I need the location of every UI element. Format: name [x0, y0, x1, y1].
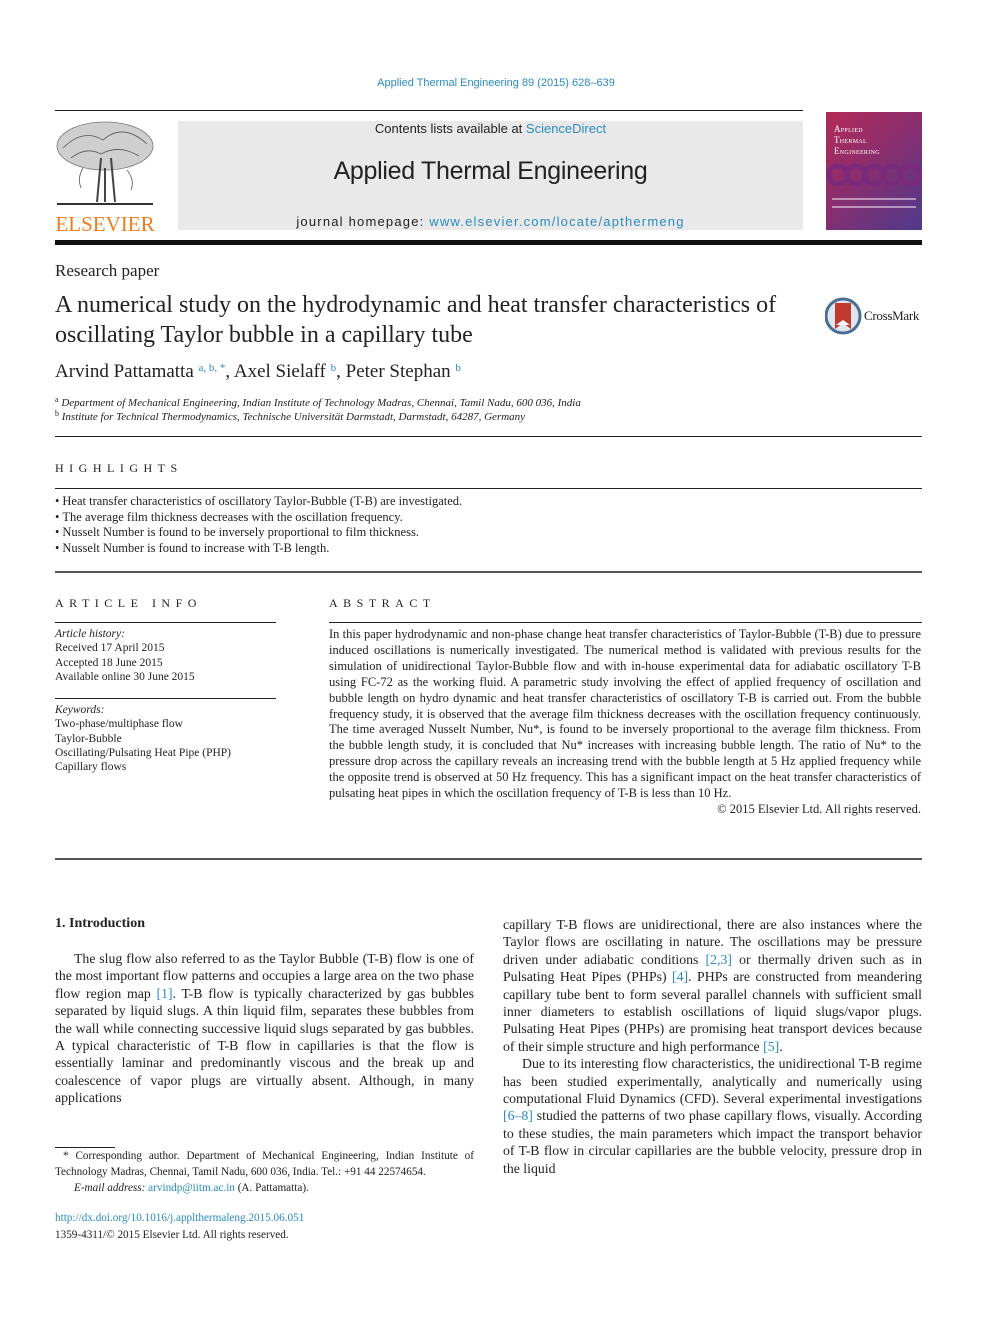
- reference-link[interactable]: [2,3]: [706, 952, 732, 967]
- contents-availability: Contents lists available at ScienceDirec…: [178, 121, 803, 136]
- divider: [329, 622, 922, 623]
- reference-link[interactable]: [5]: [763, 1039, 779, 1054]
- divider: [55, 622, 276, 623]
- homepage-prefix: journal homepage:: [296, 214, 430, 229]
- abstract-copyright: © 2015 Elsevier Ltd. All rights reserved…: [717, 801, 921, 816]
- masthead-bottom-rule: [55, 240, 922, 245]
- cover-text-line: [832, 206, 916, 208]
- paragraph: capillary T-B flows are unidirectional, …: [503, 917, 923, 1054]
- article-type: Research paper: [55, 261, 160, 280]
- keyword: Capillary flows: [55, 761, 127, 774]
- article-history: Article history: Received 17 April 2015 …: [55, 627, 195, 684]
- divider: [55, 436, 922, 437]
- reference-link[interactable]: [6–8]: [503, 1108, 533, 1123]
- highlight-item: Nusselt Number is found to increase with…: [55, 541, 915, 557]
- doi-block: http://dx.doi.org/10.1016/j.applthermale…: [55, 1210, 304, 1243]
- author-name[interactable]: Peter Stephan: [346, 361, 451, 382]
- elsevier-wordmark: ELSEVIER: [55, 212, 155, 236]
- highlights-list: Heat transfer characteristics of oscilla…: [55, 494, 915, 556]
- affiliation: a Department of Mechanical Engineering, …: [55, 395, 581, 409]
- affiliation: b Institute for Technical Thermodynamics…: [55, 409, 526, 423]
- highlight-item: Heat transfer characteristics of oscilla…: [55, 494, 915, 510]
- header-rule: [55, 110, 803, 111]
- crossmark-label[interactable]: CrossMark: [864, 308, 919, 324]
- divider: [55, 698, 276, 699]
- issn-copyright: 1359-4311/© 2015 Elsevier Ltd. All right…: [55, 1228, 289, 1241]
- author-affiliation-marks[interactable]: b: [455, 362, 461, 374]
- abstract-heading: ABSTRACT: [329, 596, 436, 610]
- divider: [55, 571, 922, 573]
- keywords: Keywords: Two-phase/multiphase flow Tayl…: [55, 703, 231, 774]
- keyword: Taylor-Bubble: [55, 732, 122, 745]
- article-title: A numerical study on the hydrodynamic an…: [55, 292, 777, 348]
- highlights-heading: HIGHLIGHTS: [55, 461, 183, 475]
- footnote: * Corresponding author. Department of Me…: [55, 1148, 474, 1197]
- highlight-item: Nusselt Number is found to be inversely …: [55, 525, 915, 541]
- history-item: Available online 30 June 2015: [55, 670, 195, 683]
- homepage-link[interactable]: www.elsevier.com/locate/apthermeng: [429, 214, 684, 229]
- email-link[interactable]: arvindp@iitm.ac.in: [148, 1182, 235, 1194]
- journal-citation-link[interactable]: Applied Thermal Engineering 89 (2015) 62…: [0, 77, 992, 89]
- journal-homepage: journal homepage: www.elsevier.com/locat…: [178, 214, 803, 229]
- highlight-item: The average film thickness decreases wit…: [55, 510, 915, 526]
- section-heading-introduction: 1. Introduction: [55, 916, 145, 931]
- history-item: Received 17 April 2015: [55, 642, 165, 655]
- divider: [55, 858, 922, 860]
- history-label: Article history:: [55, 628, 125, 640]
- cover-text-line: [832, 198, 916, 200]
- crossmark-icon: [824, 297, 862, 335]
- abstract-body: In this paper hydrodynamic and non-phase…: [329, 627, 921, 801]
- reference-link[interactable]: [1]: [157, 986, 173, 1001]
- contents-prefix: Contents lists available at: [374, 121, 526, 136]
- author-name[interactable]: Arvind Pattamatta: [55, 361, 194, 382]
- doi-link[interactable]: http://dx.doi.org/10.1016/j.applthermale…: [55, 1212, 304, 1224]
- author-list: Arvind Pattamatta a, b, *, Axel Sielaff …: [55, 361, 461, 382]
- divider: [55, 488, 922, 489]
- author-name[interactable]: Axel Sielaff: [234, 361, 326, 382]
- article-info-heading: ARTICLE INFO: [55, 596, 202, 610]
- reference-link[interactable]: [4]: [672, 969, 688, 984]
- cover-title: Applied Thermal Engineering: [834, 124, 880, 156]
- email-line: E-mail address: arvindp@iitm.ac.in (A. P…: [74, 1182, 309, 1195]
- author-affiliation-marks[interactable]: a, b, *: [199, 362, 226, 374]
- cover-chain-graphic-icon: [826, 163, 922, 187]
- keywords-label: Keywords:: [55, 704, 105, 716]
- journal-cover-thumbnail[interactable]: Applied Thermal Engineering: [826, 112, 922, 230]
- abstract: In this paper hydrodynamic and non-phase…: [329, 627, 921, 818]
- keyword: Two-phase/multiphase flow: [55, 718, 183, 731]
- history-item: Accepted 18 June 2015: [55, 656, 163, 669]
- corresponding-author-note: * Corresponding author. Department of Me…: [55, 1150, 474, 1179]
- body-column-left: The slug flow also referred to as the Ta…: [55, 951, 475, 1106]
- journal-name: Applied Thermal Engineering: [333, 157, 648, 185]
- sciencedirect-link[interactable]: ScienceDirect: [526, 121, 606, 136]
- body-column-right: capillary T-B flows are unidirectional, …: [503, 916, 922, 1177]
- paragraph: Due to its interesting flow characterist…: [503, 1056, 922, 1176]
- keyword: Oscillating/Pulsating Heat Pipe (PHP): [55, 746, 232, 759]
